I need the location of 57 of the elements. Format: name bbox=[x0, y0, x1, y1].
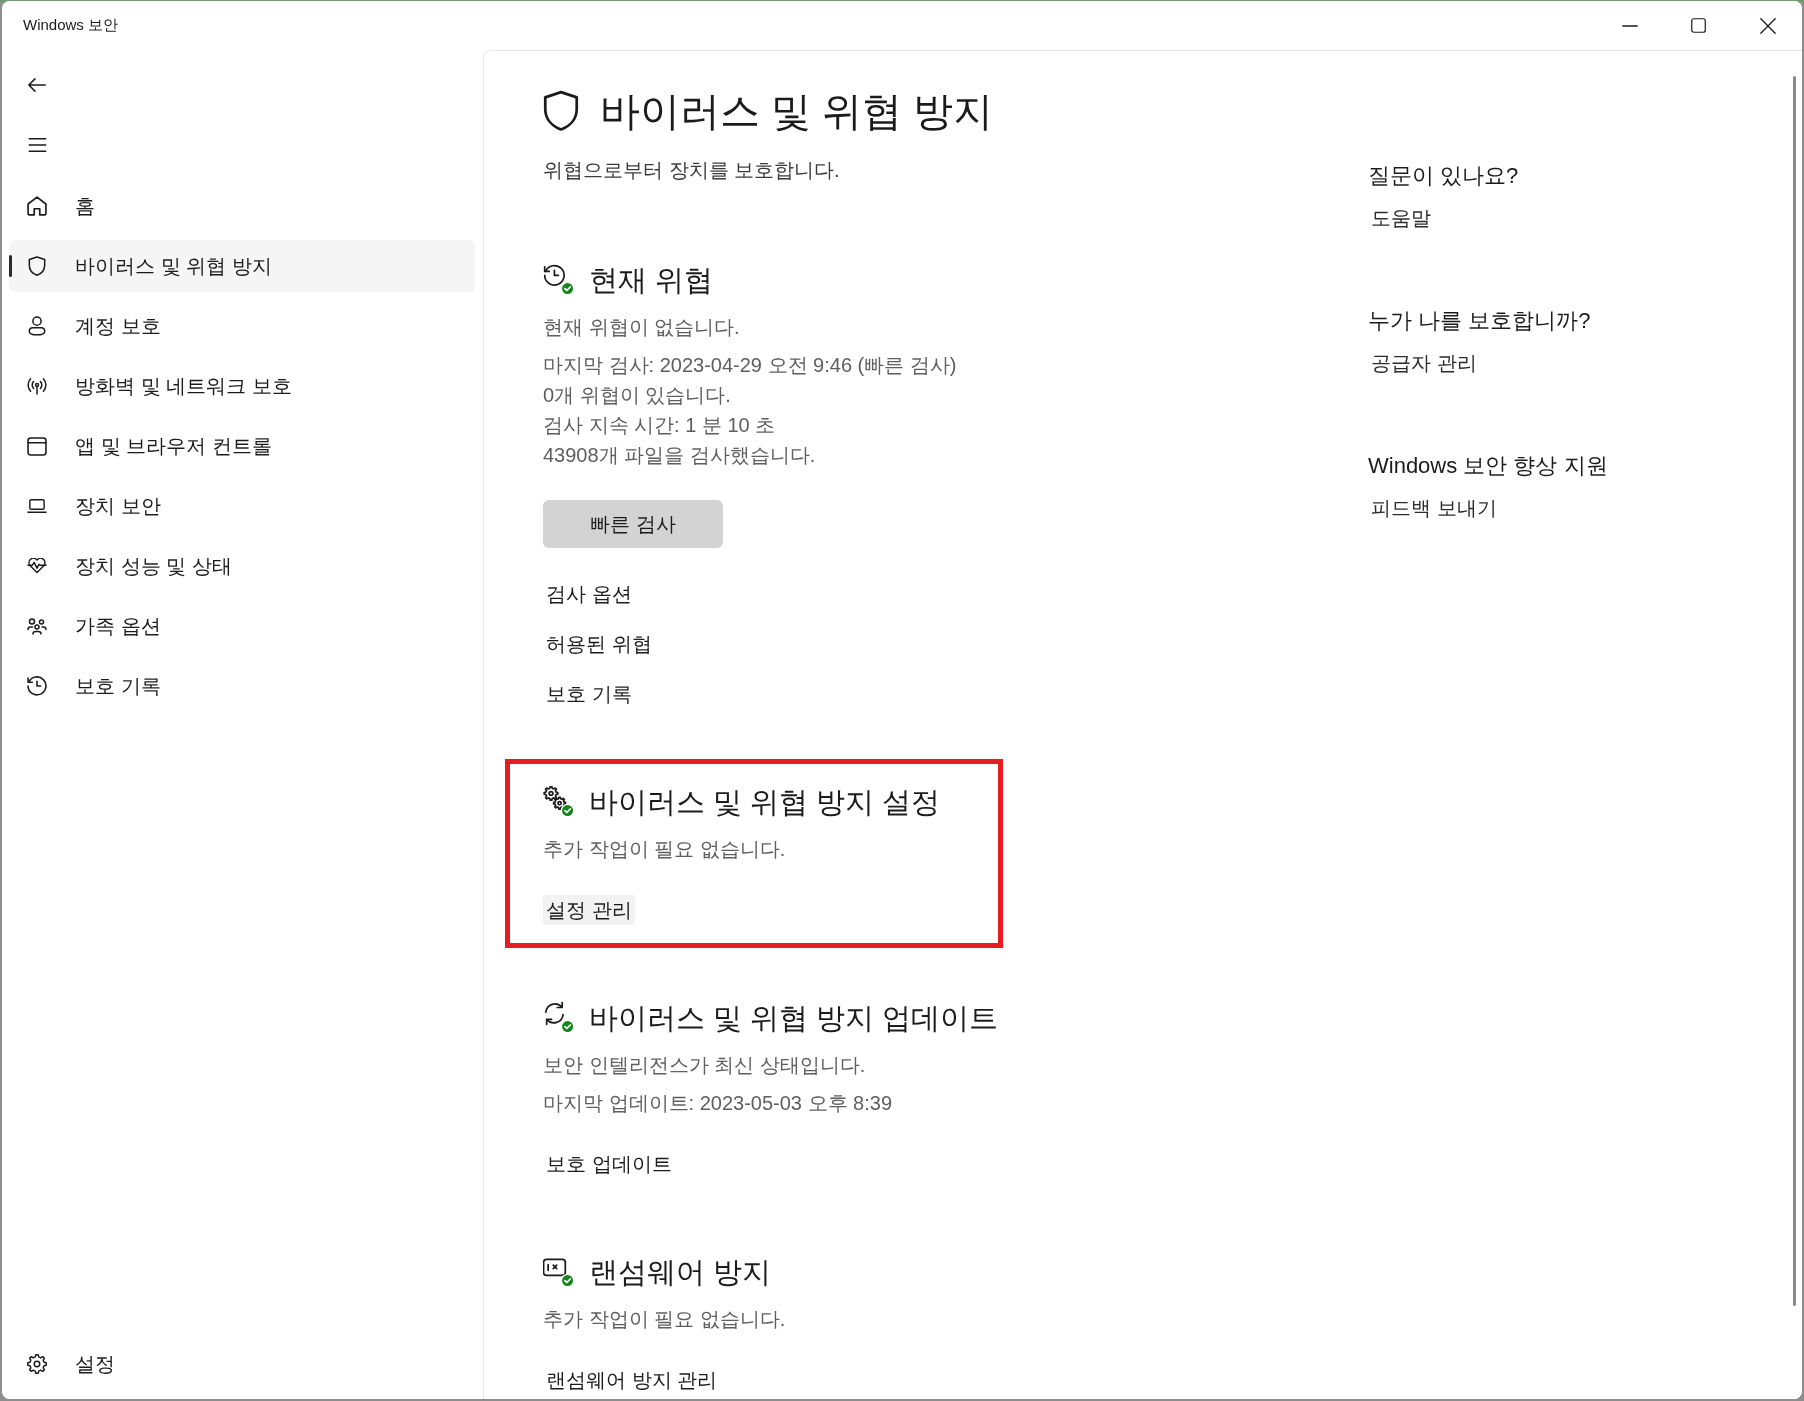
nav-item[interactable]: 장치 성능 및 상태 bbox=[9, 540, 475, 592]
window-title: Windows 보안 bbox=[23, 16, 119, 35]
minimize-icon bbox=[1621, 24, 1638, 27]
laptop-icon bbox=[27, 498, 47, 514]
history-icon bbox=[27, 676, 47, 696]
action-link[interactable]: 보호 기록 bbox=[543, 679, 635, 709]
detail-text: 0개 위협이 있습니다. bbox=[543, 383, 732, 408]
page-title: 바이러스 및 위협 방지 bbox=[600, 88, 994, 135]
nav-item[interactable]: 바이러스 및 위협 방지 bbox=[9, 240, 475, 292]
back-arrow-icon bbox=[28, 78, 46, 92]
nav-item[interactable]: 가족 옵션 bbox=[9, 600, 475, 652]
help-heading: 질문이 있나요? bbox=[1368, 162, 1520, 190]
section-heading: 랜섬웨어 방지 bbox=[589, 1255, 772, 1290]
browser-window-icon bbox=[27, 436, 47, 456]
status-text: 현재 위협이 없습니다. bbox=[543, 315, 741, 340]
help-link[interactable]: 공급자 관리 bbox=[1368, 348, 1480, 378]
action-link[interactable]: 설정 관리 bbox=[543, 895, 635, 925]
help-link[interactable]: 도움말 bbox=[1368, 203, 1434, 233]
nav-item[interactable]: 계정 보호 bbox=[9, 300, 475, 352]
nav-item[interactable]: 홈 bbox=[9, 180, 475, 232]
nav-item[interactable]: 설정 bbox=[9, 1338, 475, 1390]
nav-item[interactable]: 방화벽 및 네트워크 보호 bbox=[9, 360, 475, 412]
action-link[interactable]: 검사 옵션 bbox=[543, 579, 635, 609]
status-text: 보안 인텔리전스가 최신 상태입니다. bbox=[543, 1053, 867, 1078]
settings-icon bbox=[27, 1354, 47, 1374]
section-heading: 바이러스 및 위협 방지 설정 bbox=[589, 785, 941, 820]
home-icon bbox=[27, 196, 47, 216]
selection-bar-icon bbox=[9, 255, 12, 277]
help-link[interactable]: 피드백 보내기 bbox=[1368, 493, 1500, 523]
page-subtitle: 위협으로부터 장치를 보호합니다. bbox=[543, 158, 841, 183]
person-icon bbox=[28, 316, 46, 336]
nav-item[interactable]: 장치 보안 bbox=[9, 480, 475, 532]
help-heading: Windows 보안 향상 지원 bbox=[1368, 452, 1608, 480]
status-text: 추가 작업이 필요 없습니다. bbox=[543, 837, 787, 862]
scrollbar-thumb[interactable] bbox=[1793, 76, 1796, 1306]
scan-button[interactable]: 빠른 검사 bbox=[543, 500, 723, 548]
status-text: 추가 작업이 필요 없습니다. bbox=[543, 1307, 787, 1332]
maximize-icon bbox=[1691, 18, 1706, 33]
help-heading: 누가 나를 보호합니까? bbox=[1368, 307, 1592, 335]
menu-icon bbox=[27, 138, 47, 152]
shield-icon bbox=[28, 255, 46, 277]
section-heading: 현재 위협 bbox=[589, 263, 714, 298]
detail-text: 검사 지속 시간: 1 분 10 초 bbox=[543, 413, 777, 438]
action-link[interactable]: 허용된 위협 bbox=[543, 629, 655, 659]
nav-item[interactable]: 보호 기록 bbox=[9, 660, 475, 712]
detail-text: 마지막 업데이트: 2023-05-03 오후 8:39 bbox=[543, 1091, 893, 1116]
people-icon bbox=[27, 616, 47, 636]
heart-pulse-icon bbox=[27, 558, 47, 574]
shield-icon bbox=[543, 89, 579, 133]
action-link[interactable]: 랜섬웨어 방지 관리 bbox=[543, 1365, 721, 1395]
action-link[interactable]: 보호 업데이트 bbox=[543, 1149, 675, 1179]
section-heading: 바이러스 및 위협 방지 업데이트 bbox=[589, 1001, 999, 1036]
nav-item[interactable]: 앱 및 브라우저 컨트롤 bbox=[9, 420, 475, 472]
close-icon bbox=[1759, 17, 1776, 34]
antenna-icon bbox=[27, 376, 47, 396]
detail-text: 마지막 검사: 2023-04-29 오전 9:46 (빠른 검사) bbox=[543, 353, 958, 378]
detail-text: 43908개 파일을 검사했습니다. bbox=[543, 443, 817, 468]
